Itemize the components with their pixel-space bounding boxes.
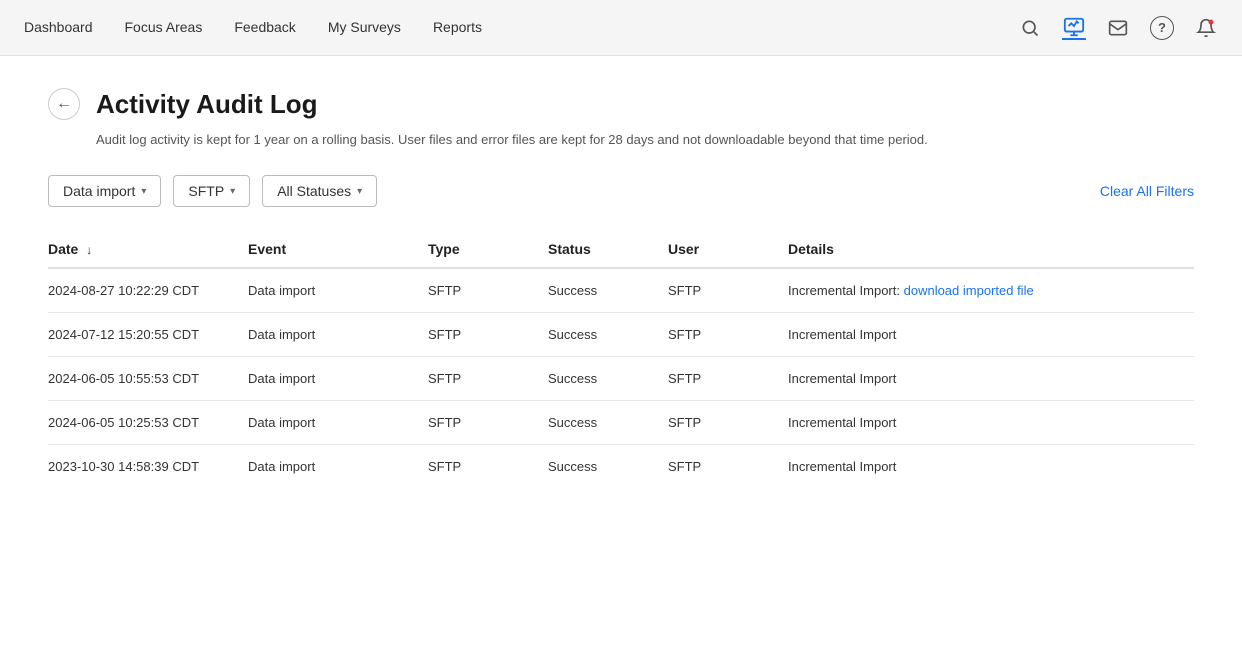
- back-button[interactable]: ←: [48, 88, 80, 120]
- table-row: 2024-06-05 10:25:53 CDTData importSFTPSu…: [48, 401, 1194, 445]
- main-content: ← Activity Audit Log Audit log activity …: [0, 56, 1242, 520]
- table-header-row: Date ↓ Event Type Status User Details: [48, 231, 1194, 268]
- table-row: 2024-08-27 10:22:29 CDTData importSFTPSu…: [48, 268, 1194, 313]
- cell-type: SFTP: [428, 401, 548, 445]
- nav-dashboard[interactable]: Dashboard: [24, 19, 93, 37]
- nav-my-surveys[interactable]: My Surveys: [328, 19, 401, 37]
- cell-user: SFTP: [668, 268, 788, 313]
- column-user: User: [668, 231, 788, 268]
- cell-user: SFTP: [668, 445, 788, 489]
- data-import-label: Data import: [63, 183, 135, 199]
- nav-focus-areas[interactable]: Focus Areas: [125, 19, 203, 37]
- cell-status: Success: [548, 268, 668, 313]
- column-details: Details: [788, 231, 1194, 268]
- all-statuses-label: All Statuses: [277, 183, 351, 199]
- top-navigation: Dashboard Focus Areas Feedback My Survey…: [0, 0, 1242, 56]
- sort-arrow-icon: ↓: [86, 243, 92, 257]
- cell-details: Incremental Import: [788, 313, 1194, 357]
- search-icon[interactable]: [1018, 16, 1042, 40]
- nav-reports[interactable]: Reports: [433, 19, 482, 37]
- mail-icon[interactable]: [1106, 16, 1130, 40]
- page-title: Activity Audit Log: [96, 89, 317, 120]
- all-statuses-chevron-icon: ▾: [357, 186, 362, 197]
- download-imported-file-link[interactable]: download imported file: [904, 283, 1034, 298]
- cell-status: Success: [548, 313, 668, 357]
- nav-links: Dashboard Focus Areas Feedback My Survey…: [24, 19, 482, 37]
- cell-event: Data import: [248, 268, 428, 313]
- filters-row: Data import ▾ SFTP ▾ All Statuses ▾ Clea…: [48, 175, 1194, 207]
- page-subtitle: Audit log activity is kept for 1 year on…: [96, 132, 1194, 147]
- column-status: Status: [548, 231, 668, 268]
- column-date[interactable]: Date ↓: [48, 231, 248, 268]
- help-icon[interactable]: ?: [1150, 16, 1174, 40]
- cell-date: 2024-06-05 10:55:53 CDT: [48, 357, 248, 401]
- cell-details: Incremental Import: [788, 445, 1194, 489]
- notification-icon[interactable]: [1194, 16, 1218, 40]
- cell-status: Success: [548, 445, 668, 489]
- cell-type: SFTP: [428, 445, 548, 489]
- cell-date: 2024-07-12 15:20:55 CDT: [48, 313, 248, 357]
- cell-event: Data import: [248, 401, 428, 445]
- cell-event: Data import: [248, 357, 428, 401]
- table-row: 2023-10-30 14:58:39 CDTData importSFTPSu…: [48, 445, 1194, 489]
- cell-status: Success: [548, 357, 668, 401]
- cell-date: 2024-08-27 10:22:29 CDT: [48, 268, 248, 313]
- cell-details: Incremental Import: [788, 357, 1194, 401]
- cell-date: 2023-10-30 14:58:39 CDT: [48, 445, 248, 489]
- cell-details: Incremental Import: download imported fi…: [788, 268, 1194, 313]
- cell-type: SFTP: [428, 313, 548, 357]
- cell-type: SFTP: [428, 357, 548, 401]
- cell-details: Incremental Import: [788, 401, 1194, 445]
- cell-status: Success: [548, 401, 668, 445]
- sftp-label: SFTP: [188, 183, 224, 199]
- cell-event: Data import: [248, 313, 428, 357]
- column-type: Type: [428, 231, 548, 268]
- cell-event: Data import: [248, 445, 428, 489]
- clear-all-filters-button[interactable]: Clear All Filters: [1100, 183, 1194, 199]
- page-header: ← Activity Audit Log: [48, 88, 1194, 120]
- cell-user: SFTP: [668, 401, 788, 445]
- nav-icons: ?: [1018, 16, 1218, 40]
- data-import-filter[interactable]: Data import ▾: [48, 175, 161, 207]
- audit-table: Date ↓ Event Type Status User Details 20…: [48, 231, 1194, 488]
- sftp-chevron-icon: ▾: [230, 186, 235, 197]
- cell-type: SFTP: [428, 268, 548, 313]
- sftp-filter[interactable]: SFTP ▾: [173, 175, 250, 207]
- all-statuses-filter[interactable]: All Statuses ▾: [262, 175, 377, 207]
- analytics-icon[interactable]: [1062, 16, 1086, 40]
- table-row: 2024-07-12 15:20:55 CDTData importSFTPSu…: [48, 313, 1194, 357]
- table-row: 2024-06-05 10:55:53 CDTData importSFTPSu…: [48, 357, 1194, 401]
- cell-user: SFTP: [668, 357, 788, 401]
- nav-feedback[interactable]: Feedback: [234, 19, 295, 37]
- data-import-chevron-icon: ▾: [141, 186, 146, 197]
- column-event: Event: [248, 231, 428, 268]
- cell-user: SFTP: [668, 313, 788, 357]
- cell-date: 2024-06-05 10:25:53 CDT: [48, 401, 248, 445]
